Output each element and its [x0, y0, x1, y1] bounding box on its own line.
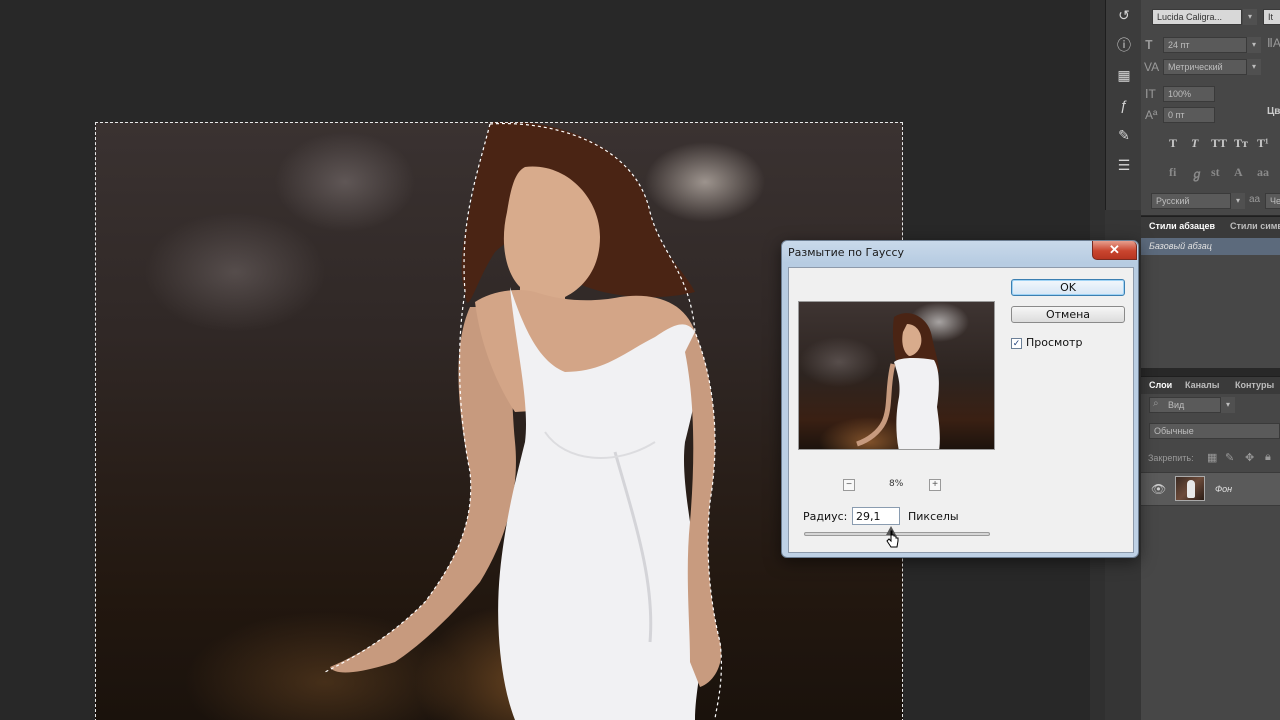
zoom-level: 8%	[889, 479, 904, 489]
kerning-field[interactable]: Метрический	[1163, 59, 1247, 75]
lock-pixels-icon[interactable]: ✎	[1225, 451, 1234, 464]
layer-name: Фон	[1215, 484, 1233, 494]
tab-layers[interactable]: Слои	[1149, 380, 1172, 390]
all-caps-button[interactable]: TT	[1211, 136, 1227, 151]
lock-label: Закрепить:	[1148, 453, 1194, 463]
dialog-title: Размытие по Гауссу	[788, 246, 905, 259]
paragraph-style-item[interactable]: Базовый абзац	[1141, 238, 1280, 255]
font-style-field[interactable]: It	[1263, 9, 1280, 25]
language-field[interactable]: Русский	[1151, 193, 1231, 209]
tab-channels[interactable]: Каналы	[1185, 380, 1219, 390]
layer-thumbnail	[1175, 476, 1205, 501]
superscript-button[interactable]: T¹	[1257, 136, 1269, 151]
close-button[interactable]: ✕	[1092, 241, 1137, 260]
mouse-cursor-icon	[886, 530, 899, 548]
font-size-field[interactable]: 24 пт	[1163, 37, 1247, 53]
font-family-field[interactable]: Lucida Caligra...	[1152, 9, 1242, 25]
cancel-button[interactable]: Отмена	[1011, 306, 1125, 323]
fx-icon[interactable]: ƒ	[1106, 90, 1142, 120]
faux-bold-button[interactable]: T	[1169, 136, 1177, 151]
ligatures-button[interactable]: fi	[1169, 165, 1176, 180]
leading-icon: ⅡA	[1267, 36, 1280, 50]
blend-mode-field[interactable]: Обычные	[1149, 423, 1280, 439]
character-panel: Lucida Caligra... ▾ It 𝐓 24 пт ▾ ⅡA VA М…	[1141, 0, 1280, 215]
layers-tabbar: Слои Каналы Контуры	[1141, 376, 1280, 394]
photoshop-window: ↺ ⓘ ▦ ƒ ✎ ☰ Lucida Caligra... ▾ It 𝐓 24 …	[0, 0, 1280, 720]
old-style-button[interactable]: ℊ	[1191, 165, 1203, 182]
zoom-out-button[interactable]: −	[843, 479, 855, 491]
language-dropdown-icon[interactable]: ▾	[1231, 193, 1245, 209]
layer-filter-dropdown-icon[interactable]: ▾	[1221, 397, 1235, 413]
adjust-icon[interactable]: ☰	[1106, 150, 1142, 180]
history-icon[interactable]: ↺	[1106, 0, 1142, 30]
panel-icon-strip: ↺ ⓘ ▦ ƒ ✎ ☰	[1105, 0, 1141, 210]
layer-filter-field[interactable]: Вид	[1149, 397, 1221, 413]
font-family-dropdown-icon[interactable]: ▾	[1243, 9, 1257, 25]
titling-button[interactable]: A	[1234, 165, 1243, 180]
radius-label: Радиус:	[803, 510, 848, 523]
preview-thumbnail[interactable]	[798, 301, 995, 450]
zoom-in-button[interactable]: +	[929, 479, 941, 491]
grid-icon[interactable]: ▦	[1106, 60, 1142, 90]
font-size-dropdown-icon[interactable]: ▾	[1247, 37, 1261, 53]
layers-body: Вид ⌕ ▾ Обычные Закрепить: ▦ ✎ ✥ 🔒︎	[1141, 394, 1280, 720]
lock-position-icon[interactable]: ✥	[1245, 451, 1254, 464]
antialias-label: аа	[1249, 194, 1261, 205]
info-icon[interactable]: ⓘ	[1106, 30, 1142, 60]
gaussian-blur-dialog: Размытие по Гауссу ✕ − 8% + OK Отмена ✓ …	[781, 240, 1139, 558]
lock-transparency-icon[interactable]: ▦	[1207, 451, 1217, 464]
ordinals-button[interactable]: aa	[1257, 165, 1269, 180]
brush-icon[interactable]: ✎	[1106, 120, 1142, 150]
paragraph-styles-tabbar: Стили абзацев Стили симв	[1141, 216, 1280, 238]
vertical-scale-icon: ⅠT	[1145, 87, 1156, 101]
faux-italic-button[interactable]: T	[1191, 136, 1198, 151]
antialias-field[interactable]: Чет	[1265, 193, 1280, 209]
preview-figure	[856, 313, 940, 449]
baseline-shift-icon: Aª	[1145, 108, 1158, 122]
preview-checkbox[interactable]: ✓	[1011, 338, 1022, 349]
radius-input[interactable]: 29,1	[852, 507, 900, 525]
visibility-eye-icon[interactable]: 👁︎	[1151, 482, 1166, 496]
tab-character-styles[interactable]: Стили симв	[1230, 221, 1280, 231]
kerning-dropdown-icon[interactable]: ▾	[1247, 59, 1261, 75]
search-icon: ⌕	[1153, 398, 1159, 409]
color-label: Цв	[1267, 106, 1280, 117]
layer-row[interactable]: 👁︎ Фон	[1141, 472, 1280, 506]
ok-button[interactable]: OK	[1011, 279, 1125, 296]
radius-unit: Пикселы	[908, 510, 959, 523]
lock-all-icon[interactable]: 🔒︎	[1265, 451, 1271, 464]
tab-paths[interactable]: Контуры	[1235, 380, 1274, 390]
preview-checkbox-label: Просмотр	[1026, 336, 1083, 349]
font-size-icon: 𝐓	[1145, 38, 1153, 52]
stylistic-button[interactable]: st	[1211, 165, 1220, 180]
small-caps-button[interactable]: Tт	[1234, 136, 1248, 151]
kerning-icon: VA	[1144, 60, 1160, 74]
vertical-scale-field[interactable]: 100%	[1163, 86, 1215, 102]
dialog-body: − 8% + OK Отмена ✓ Просмотр Радиус: 29,1…	[788, 267, 1134, 553]
tab-paragraph-styles[interactable]: Стили абзацев	[1149, 221, 1215, 231]
baseline-shift-field[interactable]: 0 пт	[1163, 107, 1215, 123]
paragraph-styles-body	[1141, 238, 1280, 368]
